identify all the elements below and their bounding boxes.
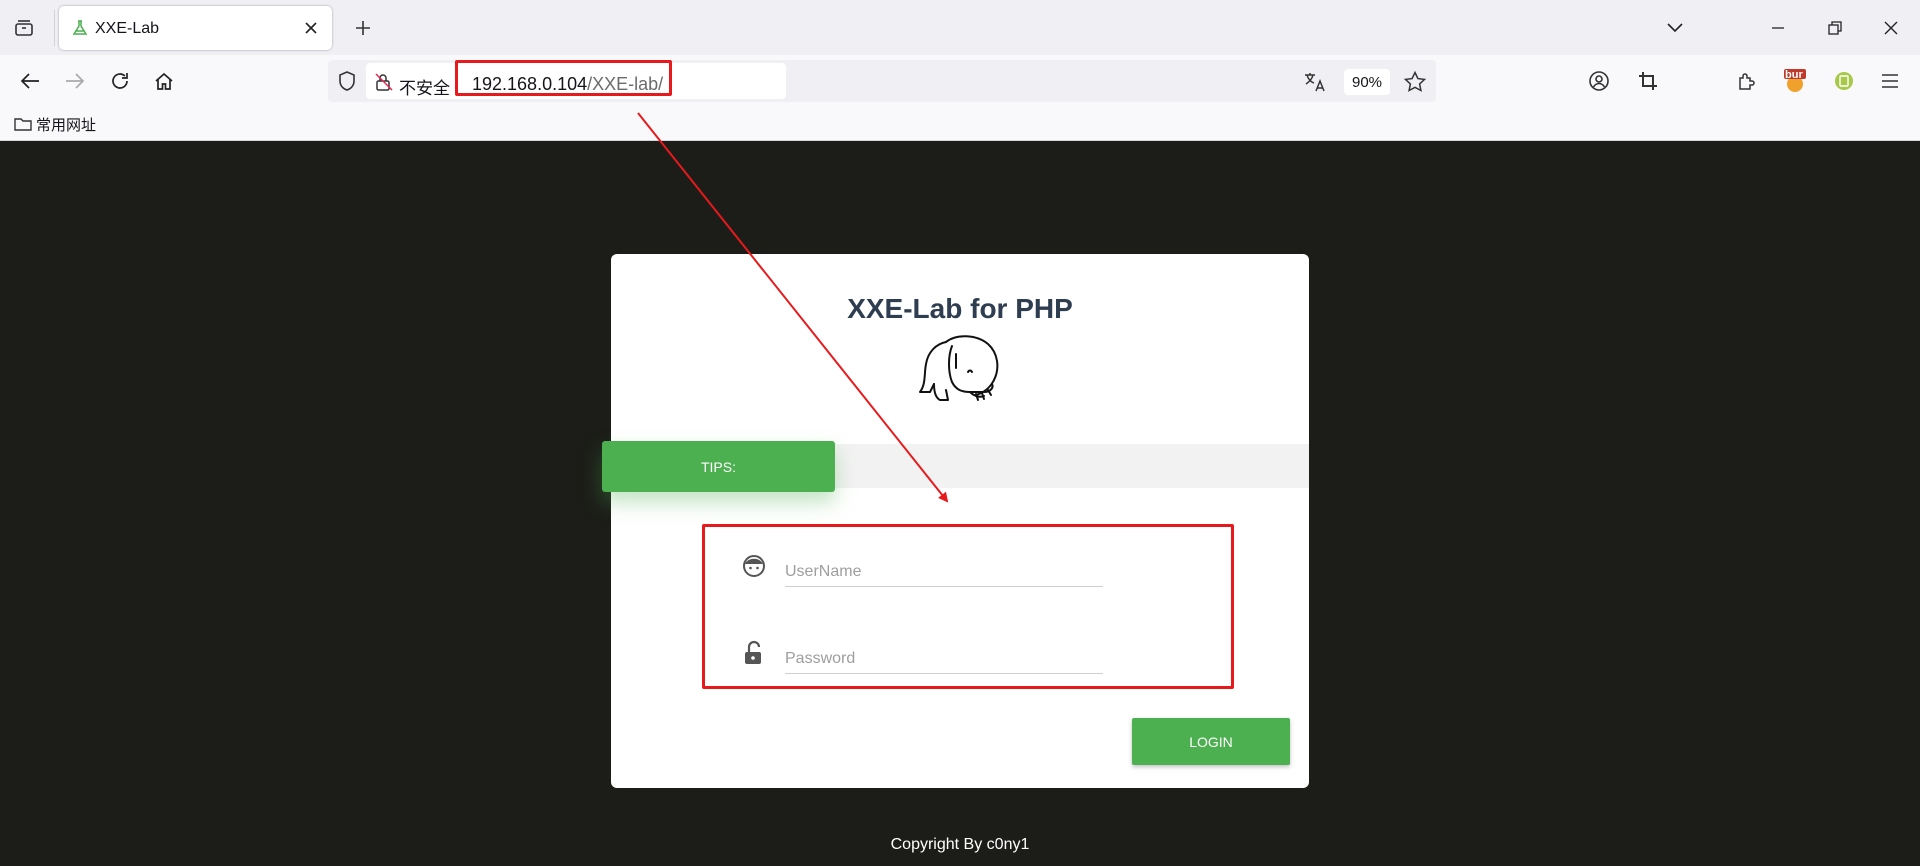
tab-bar: XXE-Lab <box>0 0 1920 55</box>
extensions-puzzle-icon[interactable] <box>1730 65 1762 97</box>
copyright-footer: Copyright By c0ny1 <box>890 836 1030 853</box>
username-input[interactable] <box>785 557 1103 587</box>
zoom-level-button[interactable]: 90% <box>1344 69 1390 95</box>
elephant-logo-icon <box>919 335 999 401</box>
close-tab-icon[interactable] <box>300 17 322 39</box>
back-icon[interactable] <box>14 65 46 97</box>
restore-icon[interactable] <box>1819 12 1851 44</box>
folder-icon <box>14 118 32 131</box>
minimize-icon[interactable] <box>1762 12 1794 44</box>
tracking-protection-shield-icon[interactable] <box>336 70 358 92</box>
login-card: XXE-Lab for PHP LOGIN <box>611 254 1309 788</box>
page-content: XXE-Lab for PHP LOGIN Copyright By c0ny1 <box>0 141 1920 866</box>
flask-icon <box>72 20 88 35</box>
menu-hamburger-icon[interactable] <box>1874 65 1906 97</box>
burp-extension-badge: bur <box>1785 69 1803 81</box>
url-path: /XXE-lab/ <box>587 74 664 94</box>
bookmarks-toolbar: 常用网址 <box>0 107 1920 141</box>
crop-screenshot-icon[interactable] <box>1632 65 1664 97</box>
bookmark-folder-label: 常用网址 <box>36 116 97 134</box>
url-bar[interactable]: 不安全 192.168.0.104/XXE-lab/ 90% <box>328 60 1436 102</box>
insecure-label: 不安全 <box>399 79 450 98</box>
tab-title: XXE-Lab <box>95 20 160 37</box>
home-icon[interactable] <box>148 65 180 97</box>
tab-xxe-lab[interactable]: XXE-Lab <box>59 6 332 50</box>
close-window-icon[interactable] <box>1875 12 1907 44</box>
insecure-lock-icon[interactable] <box>374 72 394 92</box>
url-host: 192.168.0.104 <box>472 74 588 94</box>
account-icon[interactable] <box>1583 65 1615 97</box>
list-all-tabs-icon[interactable] <box>1659 12 1691 44</box>
url-text[interactable]: 192.168.0.104/XXE-lab/ <box>472 74 663 95</box>
translate-icon[interactable] <box>1303 70 1327 94</box>
navigation-bar: 不安全 192.168.0.104/XXE-lab/ 90% bur <box>0 55 1920 107</box>
user-face-icon <box>743 555 765 577</box>
tips-badge: TIPS: <box>602 441 835 492</box>
page-title: XXE-Lab for PHP <box>847 293 1073 324</box>
bookmark-star-icon[interactable] <box>1403 70 1427 94</box>
reload-icon[interactable] <box>104 65 136 97</box>
burp-extension-icon[interactable]: bur <box>1779 65 1811 97</box>
new-tab-icon[interactable] <box>349 14 377 42</box>
login-button[interactable]: LOGIN <box>1132 718 1290 765</box>
tab-list-icon[interactable] <box>10 14 38 42</box>
bookmark-folder-common-sites[interactable]: 常用网址 <box>14 113 96 135</box>
password-input[interactable] <box>785 644 1103 674</box>
forward-icon[interactable] <box>59 65 91 97</box>
tab-separator <box>54 10 55 46</box>
unlocked-padlock-icon <box>745 640 761 664</box>
green-extension-icon[interactable] <box>1828 65 1860 97</box>
